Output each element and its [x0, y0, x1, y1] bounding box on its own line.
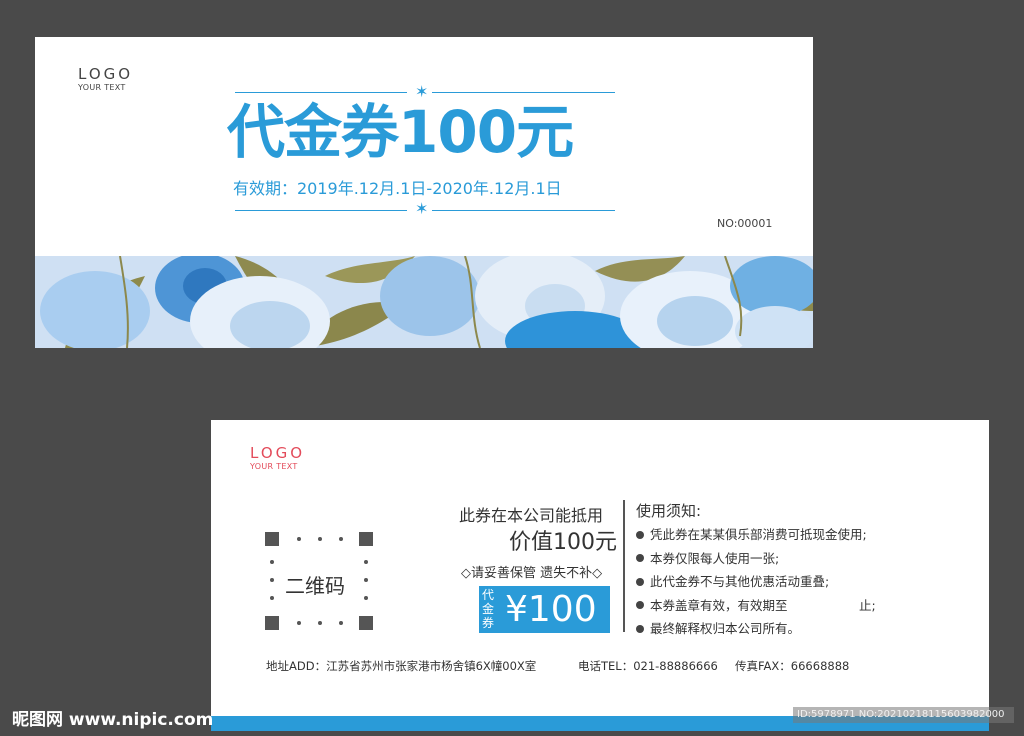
qr-corner	[265, 616, 279, 630]
qr-dot	[318, 537, 322, 541]
price-badge: 代金券 ¥100	[479, 586, 610, 633]
image-id-watermark: ID:5978971 NO:20210218115603982000	[793, 707, 1014, 723]
voucher-back: LOGO YOUR TEXT 二维码 此券在本公司能抵用 价值100元 ◇请妥善…	[211, 420, 989, 731]
rule-text: 凭此券在某某俱乐部消费可抵现金使用;	[650, 527, 867, 542]
front-logo: LOGO YOUR TEXT	[78, 67, 133, 92]
qr-code-placeholder: 二维码	[263, 530, 375, 630]
rules-title: 使用须知:	[636, 502, 702, 520]
qr-corner	[359, 616, 373, 630]
price-badge-amount: ¥100	[505, 589, 597, 630]
fax-text: 传真FAX：66668888	[735, 659, 850, 673]
rule-text: 本券仅限每人使用一张;	[650, 550, 780, 566]
price-badge-label: 代金券	[482, 588, 495, 630]
divider	[235, 210, 407, 211]
qr-label: 二维码	[285, 574, 345, 598]
rule-text: 本券盖章有效，有效期至 止;	[650, 597, 876, 613]
front-logo-text: LOGO	[78, 65, 134, 83]
qr-corner	[359, 532, 373, 546]
voucher-title: 代金券100元	[227, 98, 574, 166]
qr-dot	[297, 621, 301, 625]
back-logo: LOGO YOUR TEXT	[250, 446, 305, 471]
address-text: 地址ADD：江苏省苏州市张家港市杨舍镇6X幢00X室	[266, 659, 537, 673]
rule-text: 此代金券不与其他优惠活动重叠;	[650, 574, 830, 589]
divider	[235, 92, 407, 93]
rule-text: 最终解释权归本公司所有。	[650, 621, 801, 636]
usage-text: 此券在本公司能抵用	[459, 506, 604, 525]
site-watermark: 昵图网 www.nipic.com	[12, 710, 214, 730]
rule-item: 最终解释权归本公司所有。	[636, 620, 876, 644]
qr-dot	[364, 578, 368, 582]
validity-period: 有效期：2019年.12月.1日-2020年.12月.1日	[233, 179, 562, 198]
rule-item: 此代金券不与其他优惠活动重叠;	[636, 573, 876, 597]
bullet-icon	[636, 554, 644, 562]
qr-dot	[339, 537, 343, 541]
phone-text: 电话TEL：021-88886666	[578, 659, 718, 673]
qr-dot	[339, 621, 343, 625]
serial-number: NO:00001	[717, 217, 773, 230]
floral-banner	[35, 256, 813, 348]
divider	[432, 92, 615, 93]
qr-dot	[270, 596, 274, 600]
voucher-front: LOGO YOUR TEXT ✶ 代金券100元 有效期：2019年.12月.1…	[35, 37, 813, 348]
rules-list: 凭此券在某某俱乐部消费可抵现金使用; 本券仅限每人使用一张; 此代金券不与其他优…	[636, 526, 876, 644]
back-logo-subtext: YOUR TEXT	[250, 462, 298, 471]
divider	[432, 210, 615, 211]
rule-item: 本券盖章有效，有效期至 止;	[636, 597, 876, 621]
bullet-icon	[636, 624, 644, 633]
qr-dot	[297, 537, 301, 541]
bullet-icon	[636, 577, 644, 586]
keep-note: ◇请妥善保管 遗失不补◇	[461, 566, 603, 581]
star-icon: ✶	[415, 199, 429, 218]
qr-dot	[270, 560, 274, 564]
qr-dot	[364, 596, 368, 600]
qr-corner	[265, 532, 279, 546]
qr-dot	[270, 578, 274, 582]
qr-dot	[318, 621, 322, 625]
bullet-icon	[636, 601, 644, 609]
rule-item: 本券仅限每人使用一张;	[636, 550, 876, 574]
back-logo-text: LOGO	[250, 444, 306, 462]
qr-dot	[364, 560, 368, 564]
bullet-icon	[636, 530, 644, 539]
vertical-divider	[623, 500, 625, 632]
value-text: 价值100元	[509, 530, 617, 555]
front-logo-subtext: YOUR TEXT	[78, 83, 126, 92]
rule-item: 凭此券在某某俱乐部消费可抵现金使用;	[636, 526, 876, 550]
